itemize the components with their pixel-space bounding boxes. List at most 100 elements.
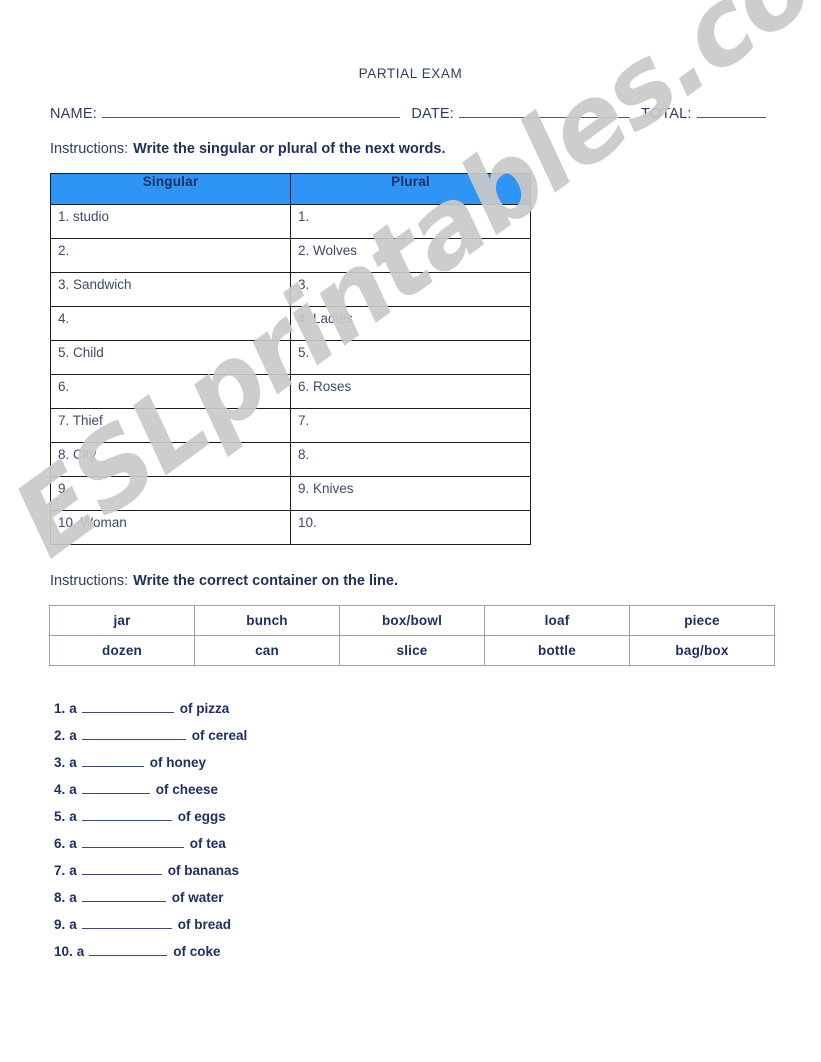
cell-plural[interactable]: 6. Roses <box>290 374 531 409</box>
blank-item-number: 7. <box>54 863 66 878</box>
blank-item-number: 3. <box>54 755 66 770</box>
date-label: DATE: <box>411 106 455 122</box>
total-input[interactable] <box>696 104 767 118</box>
word-bank-cell[interactable]: bag/box <box>629 635 775 666</box>
table-body: 1. studio 1. 2. 2. Wolves 3. Sandwich 3. 4. 4. … <box>50 204 531 545</box>
blank-item-input[interactable] <box>81 727 186 740</box>
blank-item-article: a <box>69 836 77 851</box>
blank-item-article: a <box>69 755 77 770</box>
blank-item: 2. a of cereal <box>54 727 474 754</box>
blank-item: 8. a of water <box>54 889 474 916</box>
cell-plural[interactable]: 5. <box>290 340 531 375</box>
total-label: TOTAL: <box>641 106 692 122</box>
page-title: PARTIAL EXAM <box>358 66 463 81</box>
cell-plural[interactable]: 2. Wolves <box>290 238 531 273</box>
blank-item-input[interactable] <box>81 808 172 821</box>
cell-singular[interactable]: 6. <box>50 374 291 409</box>
table-row: 7. Thief 7. <box>50 408 531 443</box>
instructions-section-2: Instructions: Write the correct container… <box>50 573 398 589</box>
word-bank-cell[interactable]: bunch <box>194 605 340 636</box>
cell-singular[interactable]: 2. <box>50 238 291 273</box>
blank-item-number: 8. <box>54 890 66 905</box>
word-bank-cell[interactable]: piece <box>629 605 775 636</box>
word-bank-row: dozen can slice bottle bag/box <box>49 635 775 666</box>
word-bank-row: jar bunch box/bowl loaf piece <box>49 605 775 636</box>
cell-singular[interactable]: 10. Woman <box>50 510 291 545</box>
instructions-task-2: Write the correct container on the line. <box>133 573 398 589</box>
blank-item-article: a <box>69 809 77 824</box>
cell-singular[interactable]: 1. studio <box>50 204 291 239</box>
worksheet-page: PARTIAL EXAM NAME: DATE: TOTAL: Instruct… <box>0 0 821 1062</box>
blank-item-article: a <box>69 890 77 905</box>
student-info-row: NAME: DATE: TOTAL: <box>50 104 770 122</box>
word-bank-cell[interactable]: can <box>194 635 340 666</box>
cell-plural[interactable]: 1. <box>290 204 531 239</box>
instructions-section-1: Instructions: Write the singular or plura… <box>50 141 446 157</box>
name-input[interactable] <box>101 104 400 118</box>
cell-singular[interactable]: 8. City <box>50 442 291 477</box>
blank-item-input[interactable] <box>81 889 166 902</box>
singular-plural-table: Singular Plural 1. studio 1. 2. 2. Wolves 3.… <box>50 173 531 545</box>
blank-item-article: a <box>69 782 77 797</box>
word-bank-cell[interactable]: loaf <box>484 605 630 636</box>
word-bank-cell[interactable]: dozen <box>49 635 195 666</box>
cell-plural[interactable]: 7. <box>290 408 531 443</box>
column-header-plural: Plural <box>290 173 531 205</box>
blank-item-object: of cheese <box>155 782 219 797</box>
word-bank-body: jar bunch box/bowl loaf piece dozen can slice bo… <box>49 605 775 666</box>
blank-item-input[interactable] <box>81 835 184 848</box>
blank-item-input[interactable] <box>89 943 168 956</box>
word-bank-table: jar bunch box/bowl loaf piece dozen can slice bo… <box>49 605 775 666</box>
instructions-task-1: Write the singular or plural of the next… <box>133 141 446 157</box>
cell-singular[interactable]: 4. <box>50 306 291 341</box>
blank-item-input[interactable] <box>81 862 162 875</box>
blank-item-object: of honey <box>149 755 207 770</box>
blank-item: 6. a of tea <box>54 835 474 862</box>
table-row: 2. 2. Wolves <box>50 238 531 273</box>
name-label: NAME: <box>50 106 97 122</box>
table-row: 4. 4. Ladies <box>50 306 531 341</box>
blank-item: 5. a of eggs <box>54 808 474 835</box>
column-header-singular: Singular <box>50 173 291 205</box>
blank-item-number: 6. <box>54 836 66 851</box>
blank-item-input[interactable] <box>81 916 172 929</box>
blank-item-number: 9. <box>54 917 66 932</box>
date-input[interactable] <box>459 104 630 118</box>
word-bank-cell[interactable]: bottle <box>484 635 630 666</box>
blank-item-article: a <box>69 863 77 878</box>
word-bank-cell[interactable]: box/bowl <box>339 605 485 636</box>
table-row: 9. 9. Knives <box>50 476 531 511</box>
cell-plural[interactable]: 10. <box>290 510 531 545</box>
word-bank-cell[interactable]: jar <box>49 605 195 636</box>
cell-singular[interactable]: 5. Child <box>50 340 291 375</box>
blank-item: 3. a of honey <box>54 754 474 781</box>
table-row: 8. City 8. <box>50 442 531 477</box>
cell-singular[interactable]: 7. Thief <box>50 408 291 443</box>
blank-item-object: of tea <box>189 836 226 851</box>
word-bank-cell[interactable]: slice <box>339 635 485 666</box>
blank-item-number: 5. <box>54 809 66 824</box>
table-row: 1. studio 1. <box>50 204 531 239</box>
blank-item-object: of water <box>171 890 224 905</box>
blank-item: 7. a of bananas <box>54 862 474 889</box>
cell-singular[interactable]: 3. Sandwich <box>50 272 291 307</box>
instructions-label-1: Instructions: <box>50 141 129 157</box>
cell-plural[interactable]: 4. Ladies <box>290 306 531 341</box>
blank-item: 1. a of pizza <box>54 700 474 727</box>
blank-item-article: a <box>69 917 77 932</box>
blank-item-article: a <box>69 701 77 716</box>
blank-item-input[interactable] <box>81 781 150 794</box>
blank-item-number: 2. <box>54 728 66 743</box>
cell-plural[interactable]: 9. Knives <box>290 476 531 511</box>
blank-item: 9. a of bread <box>54 916 474 943</box>
blank-item-input[interactable] <box>81 754 144 767</box>
cell-plural[interactable]: 8. <box>290 442 531 477</box>
cell-singular[interactable]: 9. <box>50 476 291 511</box>
cell-plural[interactable]: 3. <box>290 272 531 307</box>
blank-item-object: of bananas <box>167 863 240 878</box>
table-row: 10. Woman 10. <box>50 510 531 545</box>
instructions-label-2: Instructions: <box>50 573 129 589</box>
blank-item-input[interactable] <box>81 700 174 713</box>
blank-item-object: of pizza <box>179 701 230 716</box>
blank-item-object: of cereal <box>191 728 248 743</box>
